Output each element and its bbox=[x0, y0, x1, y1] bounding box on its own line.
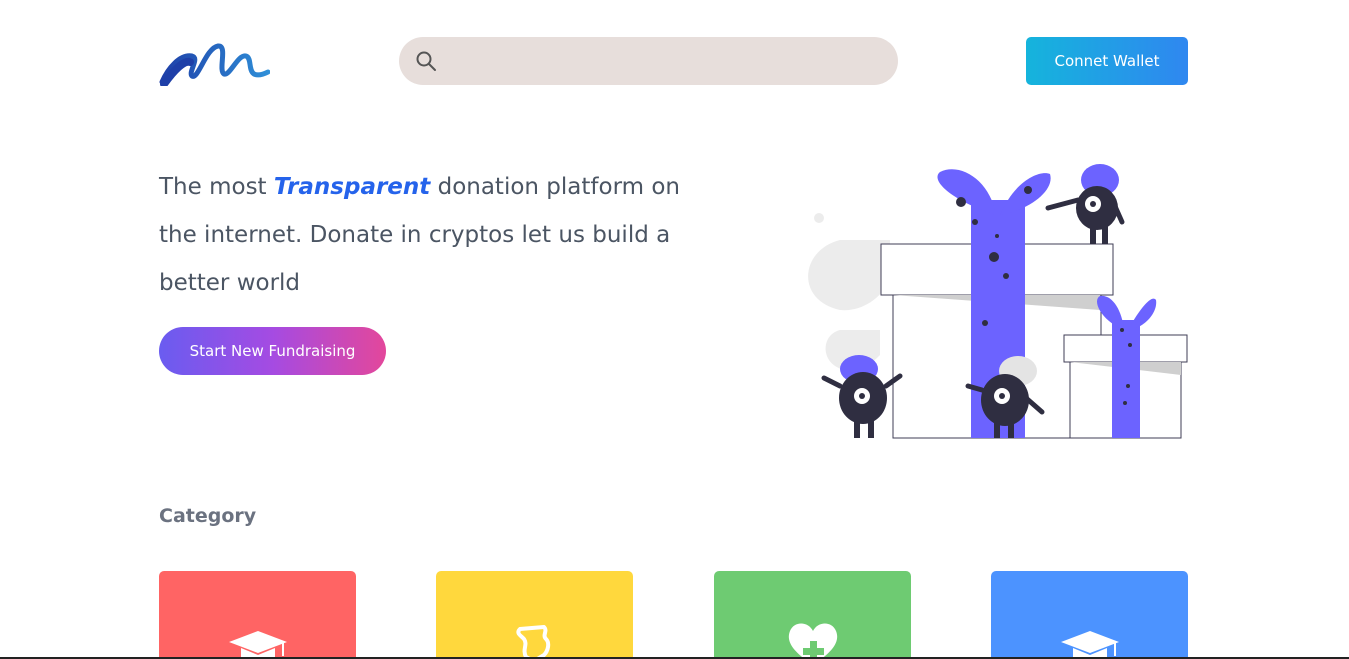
hero-text-before: The most bbox=[159, 174, 274, 200]
heart-plus-icon bbox=[788, 623, 838, 659]
start-fundraising-button[interactable]: Start New Fundraising bbox=[159, 327, 386, 375]
category-title: Category bbox=[159, 505, 257, 527]
search-input[interactable] bbox=[449, 37, 883, 87]
wave-m-logo[interactable] bbox=[158, 40, 270, 86]
hero-heading: The most Transparent donation platform o… bbox=[159, 163, 699, 307]
map-shape-icon bbox=[516, 625, 551, 659]
page: Connet Wallet The most Transparent donat… bbox=[0, 0, 1349, 659]
category-card-region[interactable] bbox=[436, 571, 633, 659]
graduation-cap-icon bbox=[1061, 631, 1119, 657]
category-card-education-2[interactable] bbox=[991, 571, 1188, 659]
search-icon bbox=[416, 51, 436, 71]
gift-boxes-illustration bbox=[808, 164, 1188, 439]
connect-wallet-button[interactable]: Connet Wallet bbox=[1026, 37, 1188, 85]
category-card-education[interactable] bbox=[159, 571, 356, 659]
hero-highlight: Transparent bbox=[273, 174, 431, 200]
graduation-cap-icon bbox=[229, 631, 287, 657]
category-card-health[interactable] bbox=[714, 571, 911, 659]
search-bar bbox=[399, 37, 898, 87]
